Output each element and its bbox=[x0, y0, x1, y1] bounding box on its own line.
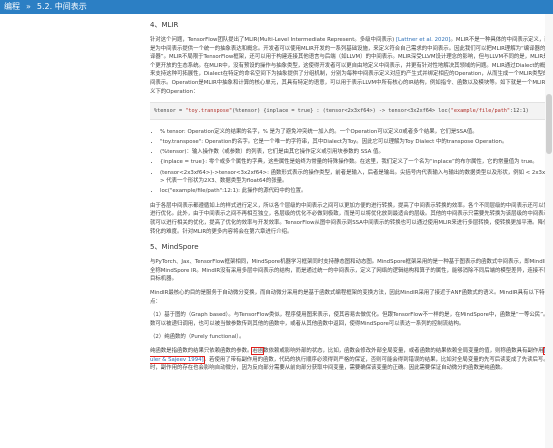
graph-based-paragraph: （1）基于图的（Graph based）。与TensorFlow类似，程序使用图… bbox=[150, 312, 553, 327]
mlir-intro-paragraph: 针对这个问题，TensorFlow团队提出了MLIR(Multi-Level I… bbox=[150, 37, 553, 95]
list-item: (tensor<2x3xf64>)->tensor<3x2xf64>: 函数形式… bbox=[160, 169, 553, 186]
scrollbar-thumb[interactable] bbox=[546, 94, 552, 154]
list-item: {inplace = true}: 零个或多个属性的字典，这些属性是始终为常量的… bbox=[160, 158, 553, 167]
highlight-box: 若函 bbox=[251, 346, 265, 355]
page-scrollbar[interactable] bbox=[545, 14, 553, 448]
section-heading-mlir: 4、MLIR bbox=[150, 21, 179, 29]
mindspore-intro-paragraph: 与PyTorch、Jax、TensorFlow框架相同，MindSpore机器学… bbox=[150, 259, 553, 283]
purely-functional-heading: （2）纯函数的（Purely functional）。 bbox=[150, 334, 245, 341]
breadcrumb-parent[interactable]: 编程 bbox=[0, 0, 24, 14]
breadcrumb-separator-icon: » bbox=[26, 2, 31, 11]
code-block: %tensor = "toy.transpose"(%tensor) {inpl… bbox=[150, 102, 553, 121]
main-content: 4、MLIR 针对这个问题，TensorFlow团队提出了MLIR(Multi-… bbox=[150, 14, 553, 448]
list-item: % tensor: Operation定义的结果的名字，% 是为了避免冲突统一加… bbox=[160, 128, 553, 137]
list-item: (%tensor)：输入操作数（或参数）的列表，它们是由其它操作定义或引用块参数… bbox=[160, 148, 553, 157]
list-item: "toy.transpose": Operation的名字。它是一个唯一的字符串… bbox=[160, 138, 553, 147]
mlir-conversion-paragraph: 由于各层中间表示都遵循如上的样式进行定义，所以各个层级的中间表示之间可以更加方便… bbox=[150, 202, 553, 235]
top-navigation-bar: 编程 » 5.2. 中间表示 bbox=[0, 0, 553, 14]
citation-link-lattner[interactable]: [Lattner et al. 2020] bbox=[396, 37, 451, 43]
breadcrumb-current: 5.2. 中间表示 bbox=[36, 2, 87, 11]
mindir-purpose-paragraph: MindIR最核心的目的是服务于自动微分变换，而自动微分采用的是基于函数式编程框… bbox=[150, 289, 545, 305]
section-heading-mindspore: 5、MindSpore bbox=[150, 243, 199, 252]
operation-bullet-list: % tensor: Operation定义的结果的名字，% 是为了避免冲突统一加… bbox=[150, 128, 553, 196]
pure-function-paragraph: 纯函数是指函数的结果只依赖函数的参数。若函数依赖或影响外部的状态，比如，函数会修… bbox=[150, 346, 553, 372]
list-item: loc("example/file/path":12:1): 此操作的源代码中的… bbox=[160, 187, 553, 196]
